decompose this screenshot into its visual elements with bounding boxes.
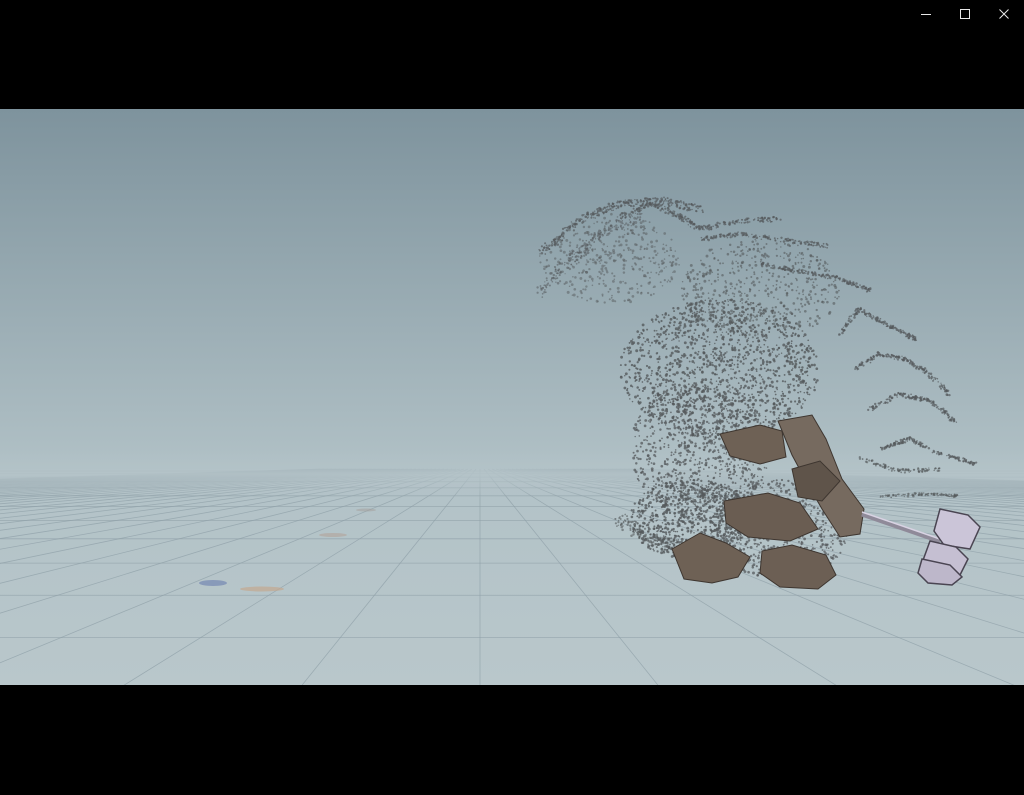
letterbox-bottom [0, 685, 1024, 795]
scene-canvas[interactable] [0, 109, 1024, 685]
close-icon [998, 8, 1010, 20]
letterbox-top [0, 28, 1024, 109]
sky [0, 109, 1024, 479]
3d-viewport[interactable] [0, 109, 1024, 685]
horizon-haze [0, 449, 1024, 499]
window-titlebar [0, 0, 1024, 28]
maximize-icon [959, 8, 971, 20]
minimize-button[interactable] [907, 0, 945, 28]
maximize-button[interactable] [946, 0, 984, 28]
minimize-icon [920, 8, 932, 20]
close-button[interactable] [985, 0, 1023, 28]
